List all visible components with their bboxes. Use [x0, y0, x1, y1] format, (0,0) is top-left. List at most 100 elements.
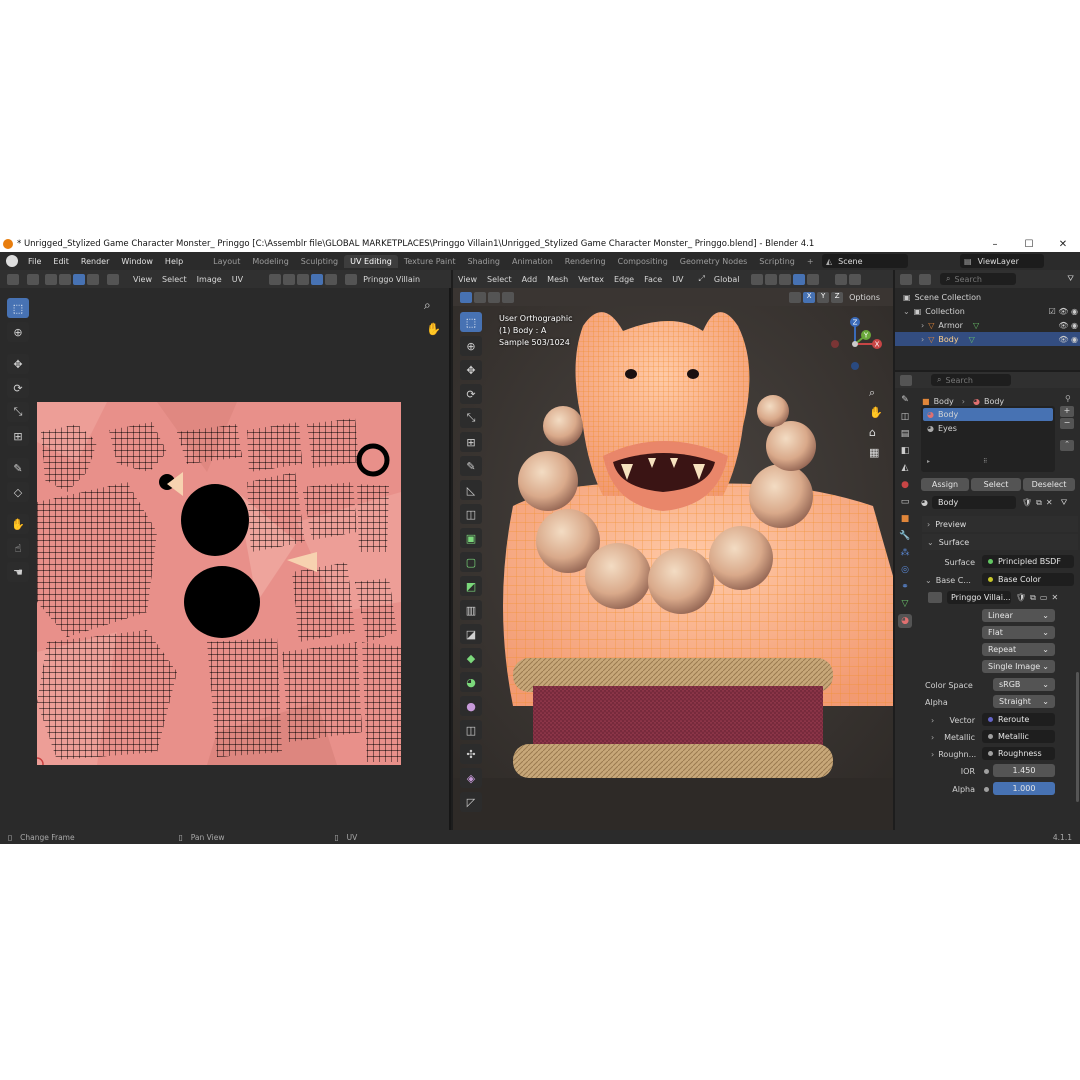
snapping-icon[interactable]: [765, 273, 778, 285]
uv-texture-image[interactable]: [37, 402, 401, 765]
alpha-value-slider[interactable]: 1.000: [993, 782, 1055, 795]
maximize-button[interactable]: ☐: [1012, 239, 1046, 250]
cursor-tool[interactable]: ⊕: [7, 322, 29, 342]
mode-extra-icon[interactable]: [502, 291, 514, 303]
material-slot-list[interactable]: ◕ Body ◕ Eyes ▸ ⠿: [921, 406, 1055, 472]
new-image-icon[interactable]: ⧉: [1030, 593, 1036, 603]
spin-tool[interactable]: ◕: [460, 672, 482, 692]
source-dropdown[interactable]: Single Image ⌄: [982, 660, 1055, 673]
metallic-input-field[interactable]: Metallic: [982, 730, 1055, 743]
world-tab-icon[interactable]: ●: [898, 478, 912, 492]
resize-handle-icon[interactable]: ⠿: [983, 458, 987, 465]
remove-slot-icon[interactable]: −: [1060, 418, 1074, 429]
options-dropdown[interactable]: Options: [844, 293, 885, 302]
assign-button[interactable]: Assign: [921, 478, 969, 491]
loop-cut-tool[interactable]: ▥: [460, 600, 482, 620]
vp-menu-mesh[interactable]: Mesh: [542, 275, 573, 284]
navigation-gizmo[interactable]: Z X Y: [825, 312, 889, 376]
data-tab-icon[interactable]: ▽: [898, 597, 912, 611]
mirror-y-toggle[interactable]: Y: [817, 291, 830, 303]
view-layer-tab-icon[interactable]: ◧: [898, 444, 912, 458]
add-workspace-button[interactable]: +: [801, 255, 820, 268]
material-slot-body[interactable]: ◕ Body: [923, 408, 1053, 421]
checkbox-icon[interactable]: ☑ 👁 ◉: [1049, 307, 1078, 316]
menu-help[interactable]: Help: [159, 257, 189, 266]
island-select-icon[interactable]: [87, 273, 99, 285]
knife-tool[interactable]: ◪: [460, 624, 482, 644]
chevron-right-icon[interactable]: ›: [931, 733, 934, 742]
preview-panel-header[interactable]: › Preview: [922, 516, 1078, 532]
edge-slide-tool[interactable]: ◫: [460, 720, 482, 740]
uv-menu-image[interactable]: Image: [192, 275, 227, 284]
tab-texture-paint[interactable]: Texture Paint: [398, 255, 462, 268]
image-name-field[interactable]: Pringgo Villai...: [947, 591, 1011, 604]
shear-tool[interactable]: ◈: [460, 768, 482, 788]
vp-transform-tool[interactable]: ⊞: [460, 432, 482, 452]
duplicate-icon[interactable]: ⧉: [1036, 498, 1042, 508]
view-layer-selector[interactable]: ▤ ViewLayer: [960, 254, 1044, 268]
proportional-edit-icon[interactable]: [793, 273, 806, 285]
properties-editor-icon[interactable]: [900, 374, 912, 386]
material-browse-icon[interactable]: ◕: [921, 498, 928, 507]
vp-zoom-icon[interactable]: ⌕: [869, 386, 875, 400]
bevel-tool[interactable]: ◩: [460, 576, 482, 596]
relax-tool[interactable]: ☝: [7, 538, 29, 558]
uv-menu-select[interactable]: Select: [157, 275, 192, 284]
vp-menu-vertex[interactable]: Vertex: [573, 275, 609, 284]
image-browse-icon[interactable]: [345, 273, 358, 285]
pan-hand-icon[interactable]: ✋: [426, 322, 441, 336]
interpolation-dropdown[interactable]: Linear ⌄: [982, 609, 1055, 622]
face-mode-icon[interactable]: [488, 291, 500, 303]
xray-icon[interactable]: [849, 273, 862, 285]
edge-mode-icon[interactable]: [474, 291, 486, 303]
outliner-row-scene-collection[interactable]: ▣ Scene Collection: [903, 290, 981, 304]
surface-shader-field[interactable]: Principled BSDF: [982, 555, 1074, 568]
vertex-mode-icon[interactable]: [460, 291, 472, 303]
expand-icon[interactable]: ›: [921, 321, 924, 330]
move-up-icon[interactable]: ⌃: [1060, 440, 1074, 451]
material-slot-eyes[interactable]: ◕ Eyes: [923, 422, 1053, 435]
open-image-icon[interactable]: ▭: [1040, 593, 1048, 602]
vp-cursor-tool[interactable]: ⊕: [460, 336, 482, 356]
visibility-icons[interactable]: 👁 ◉: [1058, 321, 1078, 330]
vp-menu-add[interactable]: Add: [517, 275, 543, 284]
mirror-icon[interactable]: [789, 291, 802, 303]
menu-window[interactable]: Window: [115, 257, 159, 266]
visibility-icon[interactable]: [835, 273, 848, 285]
camera-icon[interactable]: ⌂: [869, 426, 876, 439]
vp-menu-uv[interactable]: UV: [667, 275, 688, 284]
minimize-button[interactable]: –: [978, 239, 1012, 250]
tab-uv-editing[interactable]: UV Editing: [344, 254, 398, 268]
vp-select-tool[interactable]: ⬚: [460, 312, 482, 332]
poly-build-tool[interactable]: ◆: [460, 648, 482, 668]
mirror-x-toggle[interactable]: X: [803, 291, 816, 303]
uv-menu-uv[interactable]: UV: [227, 275, 248, 284]
tab-scripting[interactable]: Scripting: [753, 255, 801, 268]
physics-tab-icon[interactable]: ◎: [898, 563, 912, 577]
image-browse-icon[interactable]: [928, 592, 942, 603]
pivot-icon[interactable]: [269, 273, 282, 285]
pin-icon[interactable]: ⚲: [1065, 394, 1071, 403]
close-button[interactable]: ✕: [1046, 239, 1080, 250]
move-tool[interactable]: ✥: [7, 354, 29, 374]
vp-annotate-tool[interactable]: ✎: [460, 456, 482, 476]
vector-input-field[interactable]: Reroute: [982, 713, 1055, 726]
sync-selection-icon[interactable]: [27, 273, 39, 285]
select-button[interactable]: Select: [971, 478, 1021, 491]
character-render[interactable]: [453, 306, 893, 830]
pinch-tool[interactable]: ☚: [7, 562, 29, 582]
outliner-editor-icon[interactable]: [900, 273, 912, 285]
projection-dropdown[interactable]: Flat ⌄: [982, 626, 1055, 639]
snap-icon[interactable]: [283, 273, 296, 285]
add-slot-icon[interactable]: +: [1060, 406, 1074, 417]
uv-overlay-icon[interactable]: [311, 273, 324, 285]
vp-pan-icon[interactable]: ✋: [869, 406, 883, 419]
vp-menu-face[interactable]: Face: [639, 275, 667, 284]
vertex-select-icon[interactable]: [45, 273, 57, 285]
shrink-tool[interactable]: ✣: [460, 744, 482, 764]
chevron-down-icon[interactable]: ⌄: [925, 576, 932, 585]
unlink-icon[interactable]: ✕: [1046, 498, 1053, 507]
material-tab-icon[interactable]: ◕: [898, 614, 912, 628]
uv-falloff-icon[interactable]: [325, 273, 338, 285]
proportional-icon[interactable]: [297, 273, 310, 285]
